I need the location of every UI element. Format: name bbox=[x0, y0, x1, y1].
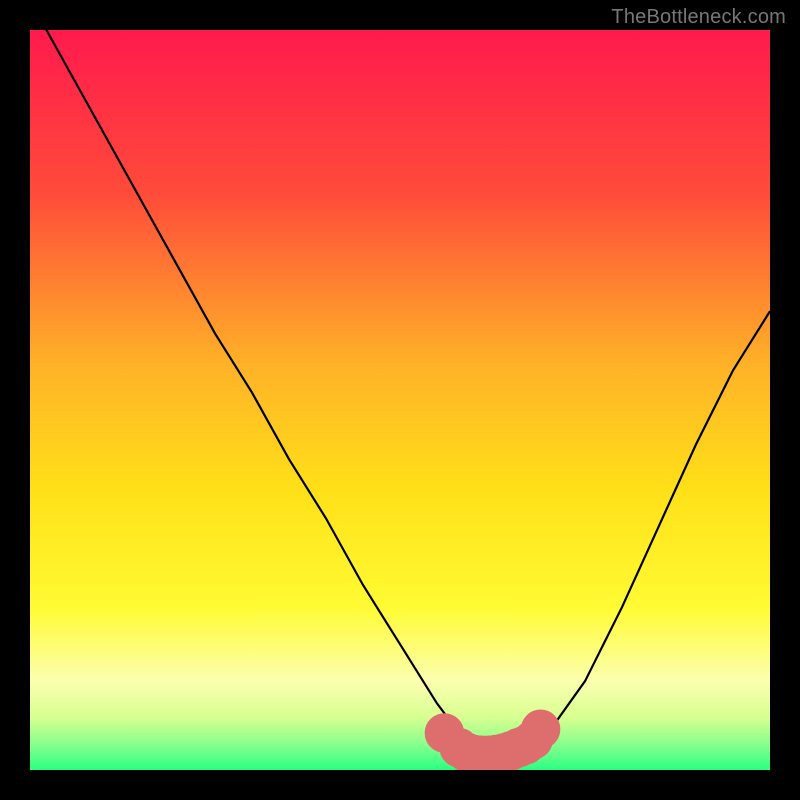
chart-svg bbox=[30, 30, 770, 770]
plot-area bbox=[30, 30, 770, 770]
attribution-text: TheBottleneck.com bbox=[611, 6, 786, 29]
chart-frame: TheBottleneck.com bbox=[0, 0, 800, 800]
bottleneck-marker bbox=[521, 710, 559, 748]
gradient-background bbox=[30, 30, 770, 770]
